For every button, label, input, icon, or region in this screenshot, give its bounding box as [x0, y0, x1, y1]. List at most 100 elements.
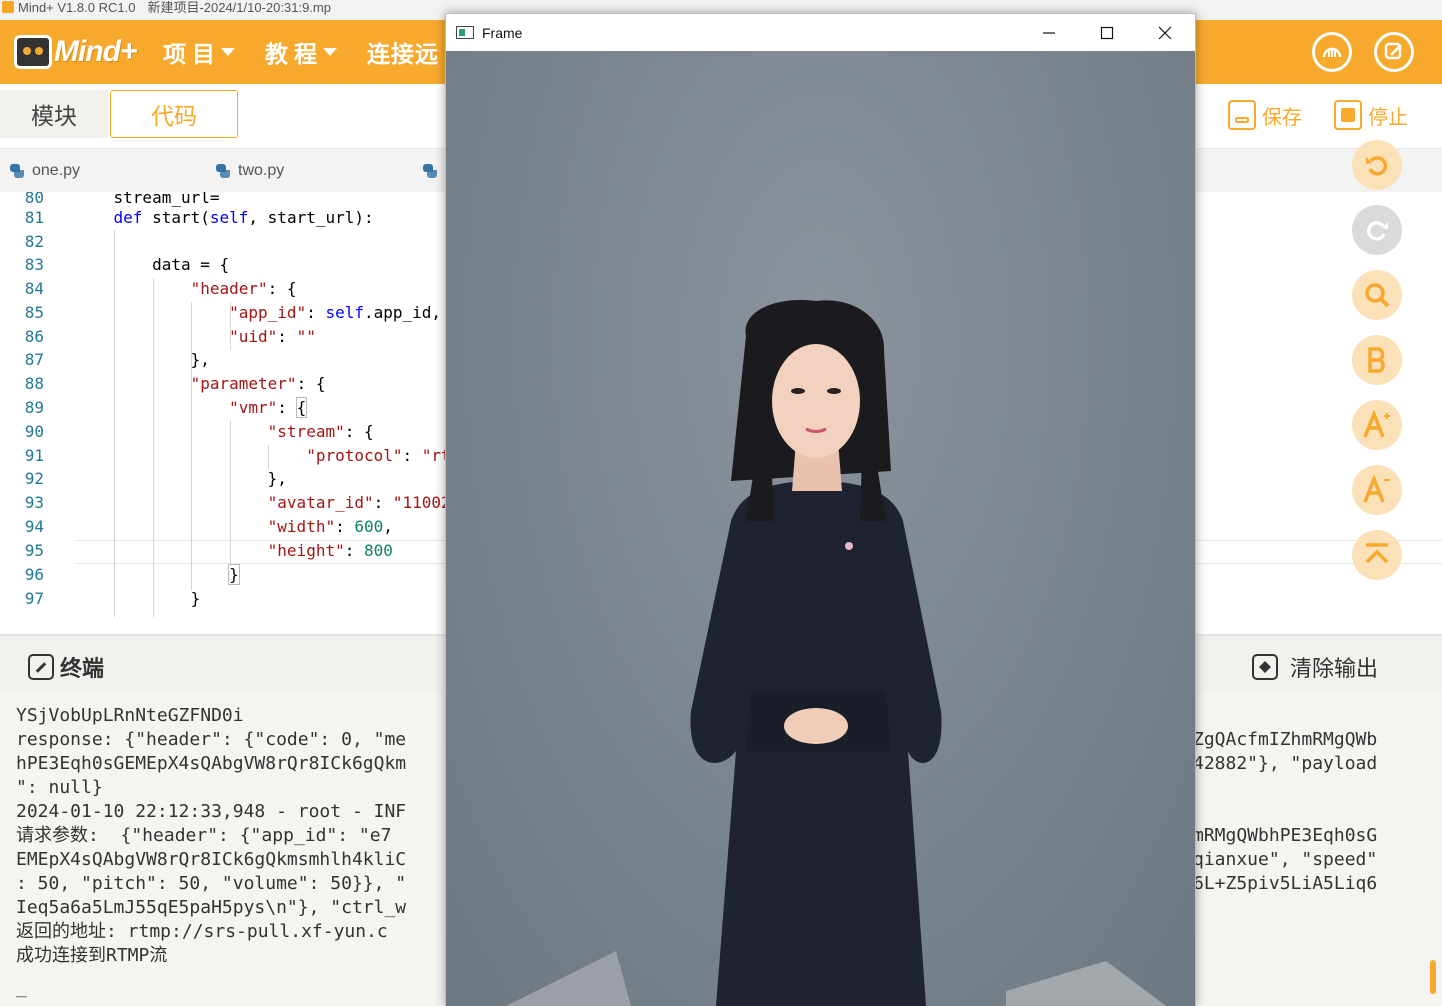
terminal-line: 请求参数: {"header": {"app_id": "e7: [16, 825, 392, 846]
terminal-line: ": null}: [16, 777, 103, 798]
terminal-line: hPE3Eqh0sGEMEpX4sQAbgVW8rQr8ICk6gQkm: [16, 753, 407, 774]
line-number: 94: [24, 517, 44, 536]
code-text: },: [75, 350, 210, 369]
undo-button[interactable]: [1352, 140, 1402, 190]
stop-button[interactable]: 停止: [1334, 98, 1408, 132]
code-text: "parameter": {: [190, 374, 326, 393]
code-text: },: [75, 469, 287, 488]
terminal-line: 返回的地址: rtmp://srs-pull.xf-yun.c: [16, 921, 388, 942]
chevron-down-icon: [221, 48, 235, 56]
code-text: "protocol": "rt: [306, 446, 451, 465]
terminal-line-right: 42882"}, "payload: [1193, 753, 1378, 774]
line-number: 87: [24, 350, 44, 369]
terminal-line: EMEpX4sQAbgVW8rQr8ICk6gQkmsmhlh4kliC: [16, 849, 407, 870]
terminal-icon: [28, 654, 54, 680]
dashboard-button[interactable]: [1312, 32, 1352, 72]
bold-button[interactable]: [1352, 335, 1402, 385]
tab-blocks[interactable]: 模块: [0, 90, 108, 138]
python-icon: [423, 164, 437, 178]
line-number: 83: [24, 255, 44, 274]
feedback-button[interactable]: [1374, 32, 1414, 72]
maximize-button[interactable]: [1078, 14, 1136, 51]
frame-titlebar[interactable]: Frame: [446, 14, 1195, 51]
terminal-line: YSjVobUpLRnNteGZFND0i: [16, 705, 244, 726]
tab-code-label: 代码: [151, 103, 197, 129]
line-number: 81: [24, 208, 44, 227]
line-number: 89: [24, 398, 44, 417]
mindplus-app: Mind+ V1.8.0 RC1.0 新建项目-2024/1/10-20:31:9…: [0, 0, 1442, 1006]
minimize-button[interactable]: [1020, 14, 1078, 51]
close-button[interactable]: [1136, 14, 1194, 51]
code-text: "width": 600,: [267, 517, 393, 536]
brand-logo: Mind+: [14, 32, 137, 72]
clear-output-button[interactable]: 清除输出: [1252, 651, 1378, 683]
tab-code[interactable]: 代码: [110, 90, 238, 138]
code-text: }: [75, 589, 201, 608]
eraser-icon: [1252, 654, 1278, 680]
dashboard-icon: [1322, 47, 1342, 58]
line-number: 85: [24, 303, 44, 322]
menu-tutorial-label: 教程: [265, 41, 323, 67]
terminal-scrollbar[interactable]: [1430, 960, 1436, 994]
terminal-line-right: 6L+Z5piv5LiA5Liq6: [1193, 873, 1378, 894]
font-decrease-icon: [1363, 475, 1390, 503]
redo-icon: [1366, 221, 1388, 241]
search-button[interactable]: [1352, 270, 1402, 320]
terminal-line-right: qianxue", "speed": [1193, 849, 1378, 870]
frame-window: Frame: [445, 13, 1196, 1006]
line-number: 97: [24, 589, 44, 608]
code-text: "app_id": self.app_id,: [229, 303, 442, 322]
stop-label: 停止: [1368, 106, 1408, 129]
line-number: 88: [24, 374, 44, 393]
code-text: "vmr": {: [229, 397, 308, 418]
menu-project[interactable]: 项目: [163, 20, 235, 84]
code-text: "avatar_id": "11002: [267, 493, 451, 512]
line-number: 92: [24, 469, 44, 488]
project-name: 新建项目-2024/1/10-20:31:9.mp: [147, 0, 331, 15]
file-tab-two[interactable]: two.py: [216, 149, 284, 193]
maximize-icon: [1100, 26, 1114, 39]
terminal-cursor: _: [16, 977, 27, 998]
menu-connect-label: 连接远: [367, 41, 439, 67]
save-button[interactable]: 保存: [1228, 98, 1302, 132]
terminal-title-label: 终端: [60, 656, 105, 681]
code-text: "height": 800: [267, 541, 393, 560]
python-icon: [216, 164, 230, 178]
code-text: def start(self, start_url):: [113, 208, 374, 227]
chevron-down-icon: [323, 48, 337, 56]
code-text: "stream": {: [267, 422, 374, 441]
file-tab-label: one.py: [32, 162, 81, 179]
file-tab-label: two.py: [238, 162, 285, 179]
menu-tutorial[interactable]: 教程: [265, 20, 337, 84]
redo-button[interactable]: [1352, 205, 1402, 255]
file-tab-three[interactable]: [423, 149, 445, 193]
close-icon: [1158, 26, 1172, 39]
undo-icon: [1366, 156, 1388, 176]
frame-title: Frame: [482, 24, 523, 41]
file-tab-one[interactable]: one.py: [10, 149, 80, 193]
line-number: 95: [24, 541, 44, 560]
code-text: "uid": "": [229, 327, 316, 346]
line-number: 96: [24, 565, 44, 584]
terminal-line: 成功连接到RTMP流: [16, 945, 168, 966]
minimize-icon: [1043, 31, 1055, 34]
code-text: }: [228, 564, 240, 585]
terminal-line-right: ZgQAcfmIZhmRMgQWb: [1193, 729, 1378, 750]
search-icon: [1365, 283, 1390, 308]
code-text: "header": {: [190, 279, 297, 298]
font-decrease-button[interactable]: [1352, 465, 1402, 515]
bold-icon: [1368, 347, 1385, 373]
menu-connect-remote[interactable]: 连接远: [367, 20, 439, 84]
brand-text: Mind+: [54, 35, 137, 68]
terminal-line: response: {"header": {"code": 0, "me: [16, 729, 407, 750]
code-text: data = {: [75, 255, 230, 274]
terminal-line: Ieq5a6a5LmJ55qE5paH5pys\n"}, "ctrl_w: [16, 897, 407, 918]
font-increase-button[interactable]: [1352, 400, 1402, 450]
terminal-line: 2024-01-10 22:12:33,948 - root - INF: [16, 801, 407, 822]
save-icon: [1228, 100, 1256, 130]
tab-blocks-label: 模块: [31, 103, 77, 129]
window-app-icon: [456, 26, 474, 39]
collapse-button[interactable]: [1352, 530, 1402, 580]
line-number: 90: [24, 422, 44, 441]
terminal-line: : 50, "pitch": 50, "volume": 50}}, ": [16, 873, 407, 894]
